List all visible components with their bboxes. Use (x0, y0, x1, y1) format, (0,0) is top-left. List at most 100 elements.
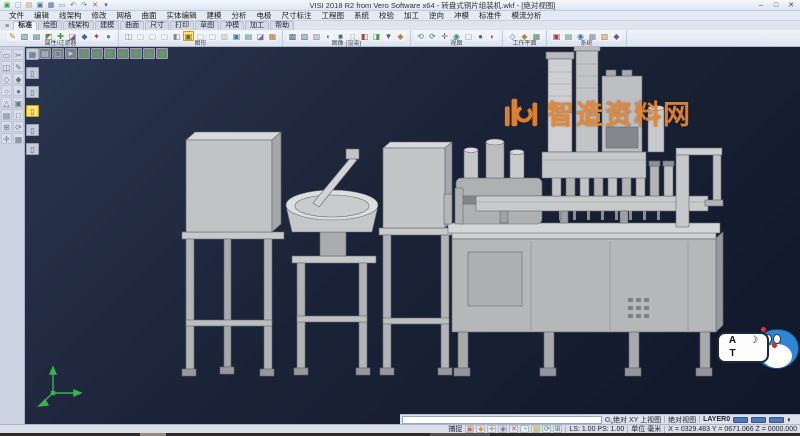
pan-view-icon[interactable]: ✛ (439, 31, 450, 41)
rotate-left-icon[interactable]: ⟲ (415, 31, 426, 41)
zoom-extents-icon[interactable]: ◉ (451, 31, 462, 41)
menu-item[interactable]: 系统 (349, 10, 374, 21)
menu-item[interactable]: 加工 (399, 10, 424, 21)
system-info-icon[interactable]: ◉ (575, 31, 586, 41)
render-ghost-icon[interactable]: □ (347, 31, 358, 41)
menu-item[interactable]: 尺寸标注 (277, 10, 317, 21)
menu-item[interactable]: 标准件 (474, 10, 507, 21)
menu-item[interactable]: 曲面 (137, 10, 162, 21)
ime-language-indicator[interactable]: A (729, 336, 736, 346)
open-folder-icon[interactable]: ▤ (24, 1, 34, 10)
view-front-sphere-icon[interactable]: ◉ (91, 48, 103, 59)
graphic-shade-icon[interactable]: ◧ (171, 31, 182, 41)
graphic-box-5-icon[interactable]: ▢ (207, 31, 218, 41)
clipboard-icon[interactable]: ▤ (39, 48, 51, 59)
plane-side-icon[interactable]: ▯ (26, 86, 39, 98)
plane-top-icon[interactable]: ▯ (26, 124, 39, 136)
dock-mirror-icon[interactable]: ◇ (1, 73, 12, 84)
menu-item[interactable]: 分析 (227, 10, 252, 21)
grid-toggle-icon[interactable]: ⊞ (553, 425, 562, 433)
graphic-solid-icon[interactable]: ▣ (231, 31, 242, 41)
view-isometric-sphere-icon[interactable]: ◉ (156, 48, 168, 59)
print-icon[interactable]: ▭ (57, 1, 67, 10)
dock-regen-icon[interactable]: ⟳ (13, 121, 24, 132)
dock-select-icon[interactable]: ▭ (1, 49, 12, 60)
ime-panel[interactable]: A ☽ T (717, 332, 769, 363)
ime-toolbar[interactable]: A ☽ T (717, 327, 799, 373)
view-right-sphere-icon[interactable]: ◉ (104, 48, 116, 59)
pointer-icon[interactable]: ► (65, 48, 77, 59)
rotate-right-icon[interactable]: ⟳ (427, 31, 438, 41)
snap-mid-icon[interactable]: ◆ (476, 425, 485, 433)
view-back-sphere-icon[interactable]: ◉ (130, 48, 142, 59)
menu-item[interactable]: 编辑 (29, 10, 54, 21)
menu-item[interactable]: 工程图 (317, 10, 350, 21)
view-previous-icon[interactable]: ◐ (487, 31, 498, 41)
dock-layer-icon[interactable]: ▣ (13, 97, 24, 108)
menu-item[interactable]: 逆向 (424, 10, 449, 21)
reset-filter-icon[interactable]: ● (103, 31, 114, 41)
theme-toggle-icon[interactable]: ◐ (787, 416, 792, 424)
render-dropdown-icon[interactable]: ▼ (383, 31, 394, 41)
color-filter-icon[interactable]: ▧ (19, 31, 30, 41)
command-input[interactable] (402, 416, 602, 424)
undo-icon[interactable]: ↶ (68, 1, 78, 10)
system-grid-icon[interactable]: ▦ (587, 31, 598, 41)
entity-select-icon[interactable]: ◫ (123, 31, 134, 41)
zoom-window-icon[interactable]: ▢ (463, 31, 474, 41)
render-material-icon[interactable]: ◆ (395, 31, 406, 41)
menu-item[interactable]: 建模 (202, 10, 227, 21)
dock-grid-icon[interactable]: ⊞ (1, 121, 12, 132)
dock-trim-icon[interactable]: ✂ (13, 49, 24, 60)
ribbon-tab[interactable]: 线架构 (63, 21, 94, 30)
graphic-active-icon[interactable]: ▣ (183, 31, 194, 41)
close-button[interactable]: ✕ (784, 1, 798, 10)
render-left-icon[interactable]: ◧ (359, 31, 370, 41)
ribbon-tab[interactable]: 帮助 (270, 21, 294, 30)
new-document-icon[interactable]: ▢ (13, 1, 23, 10)
workplane-new-icon[interactable]: ◇ (507, 31, 518, 41)
element-filter-icon[interactable]: ◆ (79, 31, 90, 41)
graphic-box-4-icon[interactable]: ▢ (195, 31, 206, 41)
dock-triangle-icon[interactable]: △ (1, 97, 12, 108)
ribbon-tab[interactable]: 曲面 (120, 21, 144, 30)
view-top-sphere-icon[interactable]: ◉ (78, 48, 90, 59)
ribbon-tab[interactable]: 绘图 (38, 21, 62, 30)
ribbon-menu-icon[interactable]: ≡ (2, 23, 12, 30)
snap-point-icon[interactable]: ▣ (465, 425, 474, 433)
menu-item[interactable]: 冲模 (449, 10, 474, 21)
active-layer-indicator[interactable]: LAYER0 (703, 416, 730, 423)
system-layers-icon[interactable]: ▤ (563, 31, 574, 41)
maximize-button[interactable]: □ (769, 1, 783, 10)
ribbon-tab[interactable]: 草图 (195, 21, 219, 30)
render-shaded-icon[interactable]: ▩ (287, 31, 298, 41)
render-wireframe-icon[interactable]: ▨ (299, 31, 310, 41)
redo-icon[interactable]: ↷ (79, 1, 89, 10)
dock-box-icon[interactable]: □ (13, 109, 24, 120)
delete-icon[interactable]: ✕ (90, 1, 100, 10)
minimize-button[interactable]: – (754, 1, 768, 10)
save-icon[interactable]: ▣ (35, 1, 45, 10)
graphic-box-2-icon[interactable]: ▢ (147, 31, 158, 41)
workplane-grid-icon[interactable]: ▦ (531, 31, 542, 41)
dock-cross-icon[interactable]: ✛ (1, 133, 12, 144)
grid-plane-icon[interactable]: ▦ (26, 48, 39, 60)
attribute-pencil-icon[interactable]: ✎ (7, 31, 18, 41)
menu-item[interactable]: 线架构 (54, 10, 87, 21)
ribbon-tab[interactable]: 尺寸 (145, 21, 169, 30)
graphic-box-1-icon[interactable]: ▢ (135, 31, 146, 41)
search-icon[interactable] (605, 417, 610, 422)
plane-front-icon[interactable]: ▯ (26, 67, 39, 79)
graphic-wire-icon[interactable]: ▥ (219, 31, 230, 41)
highlight-filter-icon[interactable]: ✦ (91, 31, 102, 41)
dock-circle-icon[interactable]: ○ (1, 85, 12, 96)
ribbon-tab[interactable]: 标准 (13, 21, 37, 30)
ime-moon-icon[interactable]: ☽ (749, 336, 758, 346)
dock-edit-icon[interactable]: ✎ (13, 61, 24, 72)
ribbon-tab[interactable]: 冲模 (220, 21, 244, 30)
render-right-icon[interactable]: ◨ (371, 31, 382, 41)
graphic-section-icon[interactable]: ▦ (267, 31, 278, 41)
add-filter-icon[interactable]: ✚ (55, 31, 66, 41)
dock-offset-icon[interactable]: ◆ (13, 73, 24, 84)
workplane-align-icon[interactable]: ◆ (519, 31, 530, 41)
